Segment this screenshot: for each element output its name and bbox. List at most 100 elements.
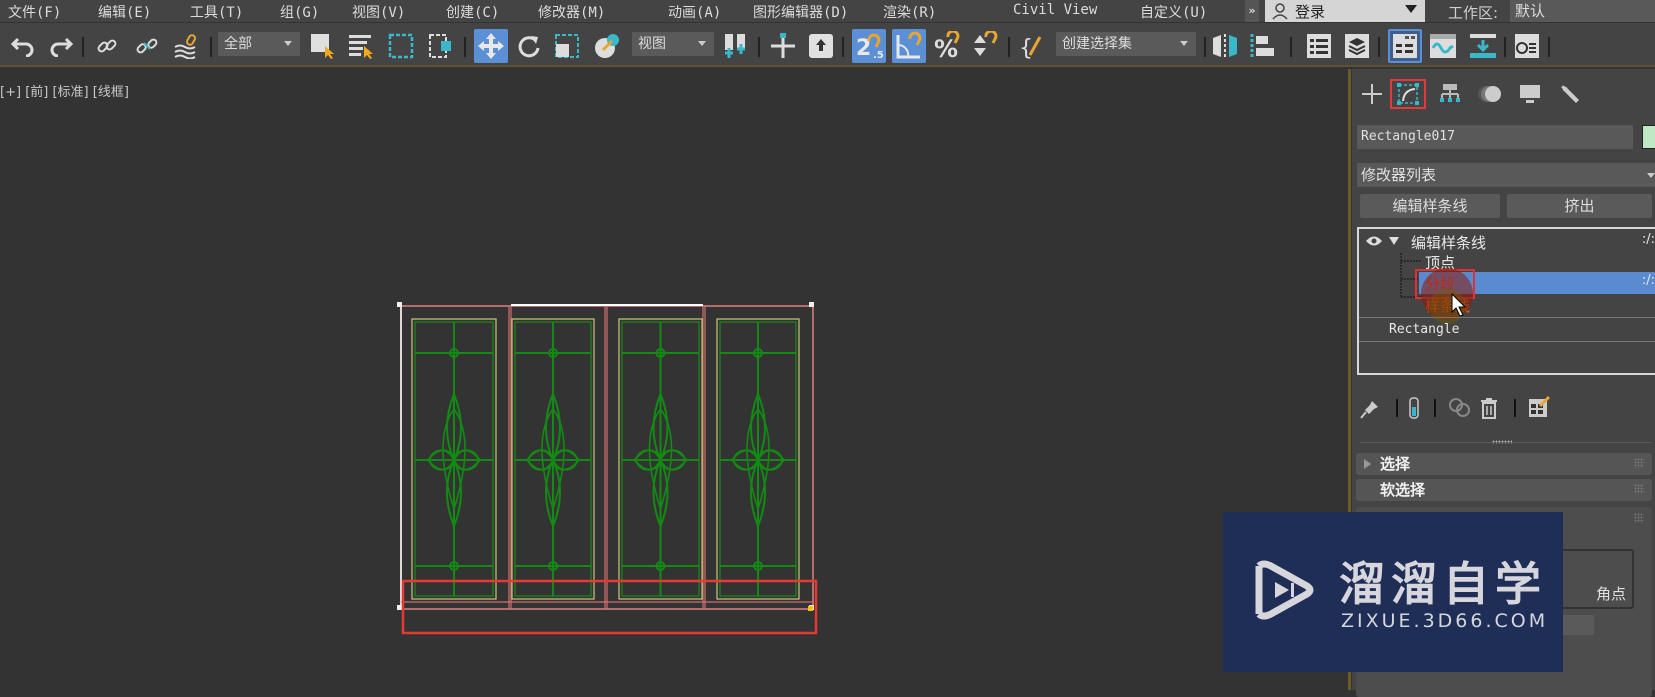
select-by-name-button[interactable] bbox=[346, 31, 376, 61]
toolbar-separator bbox=[842, 37, 844, 57]
menu-customize[interactable]: 自定义(U) bbox=[1140, 2, 1207, 22]
placement-icon bbox=[595, 34, 619, 58]
percent-snap-button[interactable]: % bbox=[932, 31, 962, 61]
stack-modifier-label: 编辑样条线 bbox=[1411, 234, 1487, 252]
menu-group[interactable]: 组(G) bbox=[280, 2, 319, 22]
menu-civil-view[interactable]: Civil View bbox=[1013, 2, 1097, 18]
rect-selection-button[interactable] bbox=[386, 31, 416, 61]
rollout-soft-selection[interactable]: 软选择 bbox=[1356, 479, 1652, 501]
menu-file[interactable]: 文件(F) bbox=[8, 2, 61, 22]
schematic-view-button[interactable] bbox=[1468, 31, 1498, 61]
toggle-layers-button[interactable] bbox=[1342, 31, 1372, 61]
window-crossing-button[interactable] bbox=[426, 31, 456, 61]
keyboard-shortcut-override-button[interactable] bbox=[806, 31, 836, 61]
rollout-selection[interactable]: 选择 bbox=[1356, 453, 1652, 475]
pivot-center-button[interactable] bbox=[720, 31, 750, 61]
svg-text:{: { bbox=[1019, 36, 1033, 61]
selection-filter-dropdown[interactable]: 全部 bbox=[218, 32, 300, 56]
rotate-button[interactable] bbox=[514, 31, 544, 61]
material-editor-button[interactable] bbox=[1512, 31, 1542, 61]
object-color-swatch[interactable] bbox=[1642, 125, 1655, 149]
stack-subitem-spline[interactable]: 样条线 bbox=[1359, 294, 1655, 316]
chevron-down-icon bbox=[1180, 41, 1188, 46]
layer-explorer-button[interactable] bbox=[1304, 31, 1334, 61]
align-icon bbox=[1250, 34, 1274, 58]
select-manipulate-button[interactable] bbox=[768, 31, 798, 61]
front-viewport[interactable]: [+] [前] [标准] [线框] bbox=[0, 69, 1350, 690]
resize-grip[interactable] bbox=[1492, 440, 1512, 444]
stack-item-edit-spline[interactable]: 编辑样条线 :/: bbox=[1359, 231, 1655, 253]
corner-option-label[interactable]: 角点 bbox=[1596, 583, 1626, 604]
bind-space-warp-button[interactable] bbox=[172, 31, 202, 61]
named-selection-dropdown[interactable]: 创建选择集 bbox=[1056, 32, 1196, 56]
make-unique-icon[interactable] bbox=[1448, 397, 1472, 419]
selection-filter-value: 全部 bbox=[224, 36, 252, 52]
placement-button[interactable] bbox=[592, 31, 622, 61]
menu-animation[interactable]: 动画(A) bbox=[668, 2, 721, 22]
configure-modifier-sets-icon[interactable] bbox=[1528, 396, 1550, 418]
trash-icon[interactable] bbox=[1480, 397, 1498, 419]
angle-snap-button[interactable] bbox=[892, 29, 926, 63]
align-button[interactable] bbox=[1248, 31, 1278, 61]
main-toolbar: 全部 视图 2.5 % {创建选择集 bbox=[0, 23, 1655, 67]
toolbar-separator bbox=[1396, 399, 1398, 417]
tab-create[interactable] bbox=[1354, 79, 1390, 109]
modifier-stack[interactable]: 编辑样条线 :/: 顶点 分段 :/: 样条线 Rectangle bbox=[1357, 227, 1655, 375]
tab-display[interactable] bbox=[1512, 79, 1548, 109]
menu-create[interactable]: 创建(C) bbox=[446, 2, 499, 22]
named-selection-value: 创建选择集 bbox=[1062, 36, 1132, 52]
mirror-button[interactable] bbox=[1210, 31, 1240, 61]
edit-named-selection-button[interactable]: { bbox=[1018, 31, 1048, 61]
workspace-label: 工作区: bbox=[1448, 4, 1499, 22]
edit-named-selection-icon: { bbox=[1019, 36, 1042, 61]
menu-rendering[interactable]: 渲染(R) bbox=[883, 2, 936, 22]
menu-edit[interactable]: 编辑(E) bbox=[98, 2, 151, 22]
workspace-dropdown[interactable]: 默认 bbox=[1510, 0, 1655, 22]
unlink-button[interactable] bbox=[132, 31, 162, 61]
edit-spline-button[interactable]: 编辑样条线 bbox=[1360, 194, 1500, 218]
menu-overflow-button[interactable]: » bbox=[1245, 0, 1259, 22]
snap-2-5-icon: 2.5 bbox=[856, 33, 884, 61]
menu-modifiers[interactable]: 修改器(M) bbox=[538, 2, 605, 22]
schematic-icon bbox=[1470, 34, 1496, 58]
pin-stack-icon[interactable] bbox=[1360, 399, 1380, 419]
link-button[interactable] bbox=[92, 31, 122, 61]
tab-hierarchy[interactable] bbox=[1432, 79, 1468, 109]
spinner-snap-button[interactable] bbox=[970, 31, 1000, 61]
stack-subitem-vertex[interactable]: 顶点 bbox=[1359, 251, 1655, 273]
svg-text:.5: .5 bbox=[873, 50, 884, 61]
tab-modify[interactable] bbox=[1390, 79, 1426, 109]
stack-toggle-marker[interactable]: :/: bbox=[1642, 232, 1655, 247]
login-dropdown[interactable]: 登录 bbox=[1265, 0, 1425, 22]
tab-motion[interactable] bbox=[1472, 79, 1508, 109]
toolbar-separator bbox=[1514, 399, 1516, 417]
scene-explorer-button[interactable] bbox=[1388, 29, 1422, 63]
modifier-list-label: 修改器列表 bbox=[1361, 166, 1437, 184]
modifier-list-dropdown[interactable]: 修改器列表 bbox=[1357, 163, 1655, 187]
reference-coord-dropdown[interactable]: 视图 bbox=[632, 32, 714, 56]
undo-button[interactable] bbox=[8, 31, 38, 61]
scale-button[interactable] bbox=[552, 31, 582, 61]
mouse-cursor-icon bbox=[1451, 293, 1467, 317]
redo-button[interactable] bbox=[46, 31, 76, 61]
grip-icon bbox=[1634, 484, 1644, 494]
toolbar-separator bbox=[210, 37, 212, 57]
menu-graph-editors[interactable]: 图形编辑器(D) bbox=[753, 2, 848, 22]
object-name-field[interactable]: Rectangle017 bbox=[1357, 125, 1633, 149]
expand-triangle-icon[interactable] bbox=[1389, 237, 1399, 245]
tab-utilities[interactable] bbox=[1552, 79, 1588, 109]
vertex-handle-selected bbox=[808, 606, 813, 611]
curve-editor-button[interactable] bbox=[1428, 31, 1458, 61]
menu-views[interactable]: 视图(V) bbox=[352, 2, 405, 22]
menu-tools[interactable]: 工具(T) bbox=[190, 2, 243, 22]
motion-icon bbox=[1478, 86, 1501, 102]
eye-icon[interactable] bbox=[1365, 235, 1383, 247]
show-end-result-icon[interactable] bbox=[1408, 397, 1420, 419]
stack-base-object[interactable]: Rectangle bbox=[1359, 320, 1655, 342]
extrude-button[interactable]: 挤出 bbox=[1507, 194, 1652, 218]
select-object-button[interactable] bbox=[308, 31, 338, 61]
move-button[interactable] bbox=[474, 29, 508, 63]
snap-toggle-button[interactable]: 2.5 bbox=[852, 29, 886, 63]
window-drawing[interactable] bbox=[0, 69, 1350, 690]
vertex-handle bbox=[809, 302, 814, 307]
